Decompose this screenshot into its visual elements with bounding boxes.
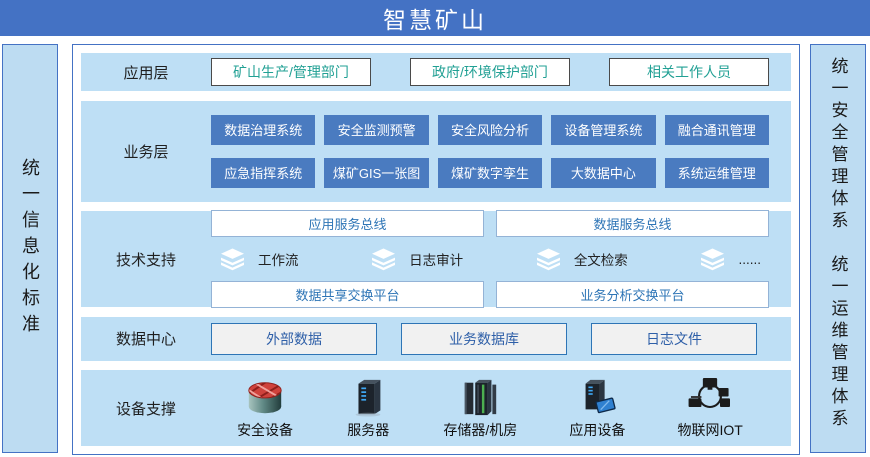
architecture-panel: 应用层 矿山生产/管理部门 政府/环境保护部门 相关工作人员 业务层 数据治理系…	[72, 44, 800, 455]
middleware-label: 工作流	[258, 249, 299, 269]
page-title: 智慧矿山	[383, 1, 487, 35]
biz-box-device-management: 设备管理系统	[551, 115, 655, 145]
application-layer-band: 应用层 矿山生产/管理部门 政府/环境保护部门 相关工作人员	[81, 53, 791, 91]
app-service-bus-box: 应用服务总线	[211, 210, 484, 237]
app-box-related-staff: 相关工作人员	[609, 58, 769, 86]
middleware-workflow: 工作流	[219, 248, 299, 271]
device-label: 服务器	[347, 420, 389, 440]
device-label: 存储器/机房	[443, 420, 517, 440]
application-layer-content: 矿山生产/管理部门 政府/环境保护部门 相关工作人员	[211, 58, 769, 86]
middleware-label: 日志审计	[409, 249, 463, 269]
layers-icon	[535, 248, 562, 271]
application-device-icon	[574, 377, 620, 417]
left-sidebar-label: 统一信息化标准	[21, 158, 39, 340]
data-box-business-database: 业务数据库	[401, 323, 567, 355]
business-analysis-platform-box: 业务分析交换平台	[496, 281, 769, 308]
biz-box-system-ops: 系统运维管理	[665, 158, 769, 188]
data-center-label: 数据中心	[81, 328, 211, 349]
middleware-label: 全文检索	[574, 249, 628, 269]
device-support-content: 安全设备	[211, 377, 769, 440]
device-label: 物联网IOT	[678, 420, 743, 440]
data-box-log-files: 日志文件	[591, 323, 757, 355]
exchange-platform-row: 数据共享交换平台 业务分析交换平台	[211, 281, 769, 308]
device-label: 应用设备	[569, 420, 625, 440]
device-storage-room: 存储器/机房	[443, 377, 517, 440]
middleware-more: ......	[699, 248, 761, 271]
device-support-band: 设备支撑	[81, 370, 791, 446]
right-sidebar: 统一安全管理体系 统一运维管理体系	[810, 44, 866, 453]
biz-box-big-data-center: 大数据中心	[551, 158, 655, 188]
biz-box-risk-analysis: 安全风险分析	[438, 115, 542, 145]
device-server: 服务器	[345, 377, 391, 440]
tech-support-content: 应用服务总线 数据服务总线 工作流	[211, 210, 769, 308]
middleware-row: 工作流 日志审计	[211, 246, 769, 272]
biz-box-digital-twin: 煤矿数字孪生	[438, 158, 542, 188]
right-sidebar-label-ops: 统一运维管理体系	[830, 255, 847, 431]
business-layer-label: 业务层	[81, 141, 211, 162]
business-layer-band: 业务层 数据治理系统 安全监测预警 安全风险分析 设备管理系统 融合通讯管理 应…	[81, 101, 791, 202]
device-label: 安全设备	[237, 420, 293, 440]
biz-box-gis-map: 煤矿GIS一张图	[324, 158, 428, 188]
app-box-government-env-dept: 政府/环境保护部门	[410, 58, 570, 86]
security-device-icon	[242, 377, 288, 417]
middleware-label: ......	[738, 252, 761, 267]
device-support-label: 设备支撑	[81, 398, 211, 419]
data-box-external-data: 外部数据	[211, 323, 377, 355]
layers-icon	[219, 248, 246, 271]
device-application-equipment: 应用设备	[569, 377, 625, 440]
service-bus-row: 应用服务总线 数据服务总线	[211, 210, 769, 237]
business-layer-content: 数据治理系统 安全监测预警 安全风险分析 设备管理系统 融合通讯管理 应急指挥系…	[211, 115, 769, 188]
biz-box-communication: 融合通讯管理	[665, 115, 769, 145]
right-sidebar-label-security: 统一安全管理体系	[830, 57, 847, 233]
application-layer-label: 应用层	[81, 62, 211, 83]
data-sharing-platform-box: 数据共享交换平台	[211, 281, 484, 308]
iot-icon	[687, 377, 733, 417]
data-center-content: 外部数据 业务数据库 日志文件	[211, 323, 769, 355]
storage-room-icon	[457, 377, 503, 417]
middleware-full-text-search: 全文检索	[535, 248, 628, 271]
app-box-mine-production-dept: 矿山生产/管理部门	[211, 58, 371, 86]
layers-icon	[370, 248, 397, 271]
biz-box-safety-monitoring: 安全监测预警	[324, 115, 428, 145]
data-service-bus-box: 数据服务总线	[496, 210, 769, 237]
banner: 智慧矿山	[0, 0, 870, 36]
left-sidebar: 统一信息化标准	[2, 44, 58, 453]
server-icon	[345, 377, 391, 417]
device-iot: 物联网IOT	[678, 377, 743, 440]
layers-icon	[699, 248, 726, 271]
device-security-equipment: 安全设备	[237, 377, 293, 440]
tech-support-label: 技术支持	[81, 249, 211, 270]
biz-box-emergency-command: 应急指挥系统	[211, 158, 315, 188]
middleware-log-audit: 日志审计	[370, 248, 463, 271]
tech-support-band: 技术支持 应用服务总线 数据服务总线 工作流	[81, 211, 791, 307]
biz-box-data-governance: 数据治理系统	[211, 115, 315, 145]
data-center-band: 数据中心 外部数据 业务数据库 日志文件	[81, 317, 791, 361]
